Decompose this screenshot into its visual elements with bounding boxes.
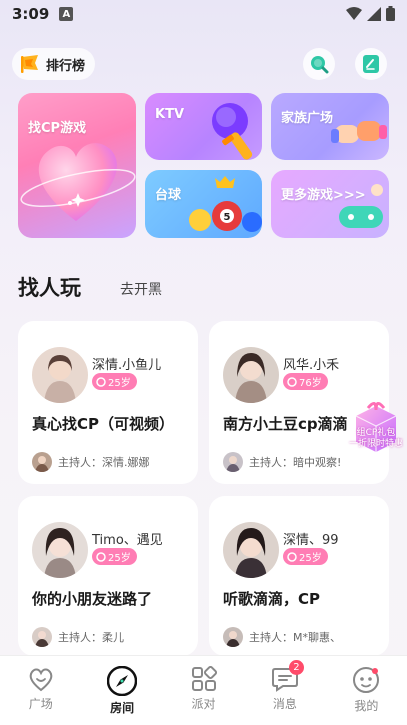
host-info: 主持人：深情.娜娜 [32, 452, 150, 472]
room-title: 南方小土豆cp滴滴 [223, 415, 348, 433]
note-edit-icon [363, 55, 379, 73]
battery-icon [386, 6, 395, 21]
tab-kaihei[interactable]: 去开黑 [120, 279, 162, 299]
host-avatar [32, 452, 52, 472]
age-text: 76岁 [299, 378, 322, 389]
bottom-navigation: 广场 房间 派对 2 消息 我的 [0, 655, 407, 725]
owner-nickname: 深情、99 [283, 533, 339, 548]
nav-item-party[interactable]: 派对 [163, 656, 244, 725]
age-badge: 25岁 [92, 548, 137, 565]
status-time: 3:09 [12, 5, 50, 23]
owner-nickname: 风华.小禾 [283, 358, 340, 373]
host-name: 暗中观察! [293, 456, 342, 469]
owner-nickname: Timo、遇见 [92, 533, 163, 548]
game-card-pool[interactable]: 台球 5 [145, 170, 262, 238]
search-icon [311, 56, 329, 74]
age-badge: 25岁 [283, 548, 328, 565]
nav-item-messages[interactable]: 2 消息 [244, 656, 325, 725]
game-card-ktv[interactable]: KTV [145, 93, 262, 160]
age-text: 25岁 [299, 553, 322, 564]
room-card[interactable]: Timo、遇见 25岁 你的小朋友迷路了 主持人：柔儿 [18, 496, 198, 656]
host-name: M*聊惠、 [293, 631, 341, 644]
game-controller-icon [339, 184, 383, 228]
owner-nickname: 深情.小鱼儿 [92, 358, 162, 373]
nav-label: 我的 [354, 699, 379, 713]
room-card[interactable]: 深情.小鱼儿 25岁 真心找CP（可视频） 主持人：深情.娜娜 [18, 321, 198, 484]
nav-item-plaza[interactable]: 广场 [0, 656, 81, 725]
age-text: 25岁 [108, 553, 131, 564]
microphone-icon [212, 103, 253, 160]
nav-label: 派对 [191, 697, 216, 711]
chat-bubble-icon [96, 376, 106, 387]
face-icon [353, 667, 380, 693]
status-bar: 3:09 A [0, 0, 407, 28]
notification-icon: A [59, 7, 74, 21]
game-card-cp[interactable]: 找CP游戏 [18, 93, 136, 238]
nav-item-room[interactable]: 房间 [81, 656, 162, 725]
host-prefix: 主持人： [58, 456, 102, 469]
avatar [223, 522, 279, 578]
compass-icon [107, 666, 138, 696]
game-label: 家族广场 [281, 111, 334, 126]
gift-promo-text: 组CP礼包 一折限时特惠 [347, 428, 405, 450]
game-card-family[interactable]: 家族广场 [271, 93, 389, 160]
leaderboard-label: 排行榜 [46, 58, 86, 74]
age-badge: 25岁 [92, 373, 137, 390]
host-prefix: 主持人： [58, 631, 102, 644]
chat-bubble-icon [287, 551, 297, 562]
heart-planet-icon [20, 143, 136, 221]
nav-label: 房间 [110, 701, 135, 715]
status-indicators [346, 6, 395, 21]
trophy-flag-icon [21, 55, 38, 73]
host-avatar [223, 452, 243, 472]
leaderboard-button[interactable]: 排行榜 [12, 48, 96, 80]
chat-bubble-icon [287, 376, 297, 387]
svg-text:5: 5 [224, 212, 231, 223]
unread-badge: 2 [288, 660, 304, 675]
host-info: 主持人：柔儿 [32, 627, 124, 647]
host-name: 柔儿 [102, 631, 124, 644]
room-title: 听歌滴滴，CP [223, 590, 321, 608]
game-label: KTV [155, 107, 185, 122]
host-name: 深情.娜娜 [102, 456, 150, 469]
game-card-more[interactable]: 更多游戏>>> [271, 170, 389, 238]
wifi-icon [346, 6, 362, 20]
host-avatar [223, 627, 243, 647]
avatar [32, 347, 88, 403]
host-info: 主持人：M*聊惠、 [223, 627, 341, 647]
signal-icon [367, 6, 381, 21]
pool-balls-icon: 5 [189, 176, 262, 232]
chat-bubble-icon [96, 551, 106, 562]
section-title: 找人玩 [18, 276, 81, 300]
avatar [223, 347, 279, 403]
nav-label: 消息 [272, 697, 297, 711]
nav-label: 广场 [28, 697, 53, 711]
host-prefix: 主持人： [249, 456, 293, 469]
age-badge: 76岁 [283, 373, 328, 390]
host-info: 主持人：暗中观察! [223, 452, 341, 472]
game-label: 台球 [155, 188, 182, 203]
gift-line-1: 组CP礼包 [356, 428, 396, 438]
room-title: 你的小朋友迷路了 [32, 590, 153, 608]
host-avatar [32, 627, 52, 647]
fist-bump-icon [331, 121, 387, 143]
room-title: 真心找CP（可视频） [32, 415, 175, 433]
avatar [32, 522, 88, 578]
nav-item-mine[interactable]: 我的 [326, 656, 407, 725]
search-button[interactable] [303, 48, 335, 80]
gift-line-2: 一折限时特惠 [348, 439, 403, 449]
room-card[interactable]: 深情、99 25岁 听歌滴滴，CP 主持人：M*聊惠、 [209, 496, 389, 656]
heart-icon [29, 668, 52, 692]
grid-icon [191, 666, 217, 691]
host-prefix: 主持人： [249, 631, 293, 644]
edit-button[interactable] [355, 48, 387, 80]
age-text: 25岁 [108, 378, 131, 389]
